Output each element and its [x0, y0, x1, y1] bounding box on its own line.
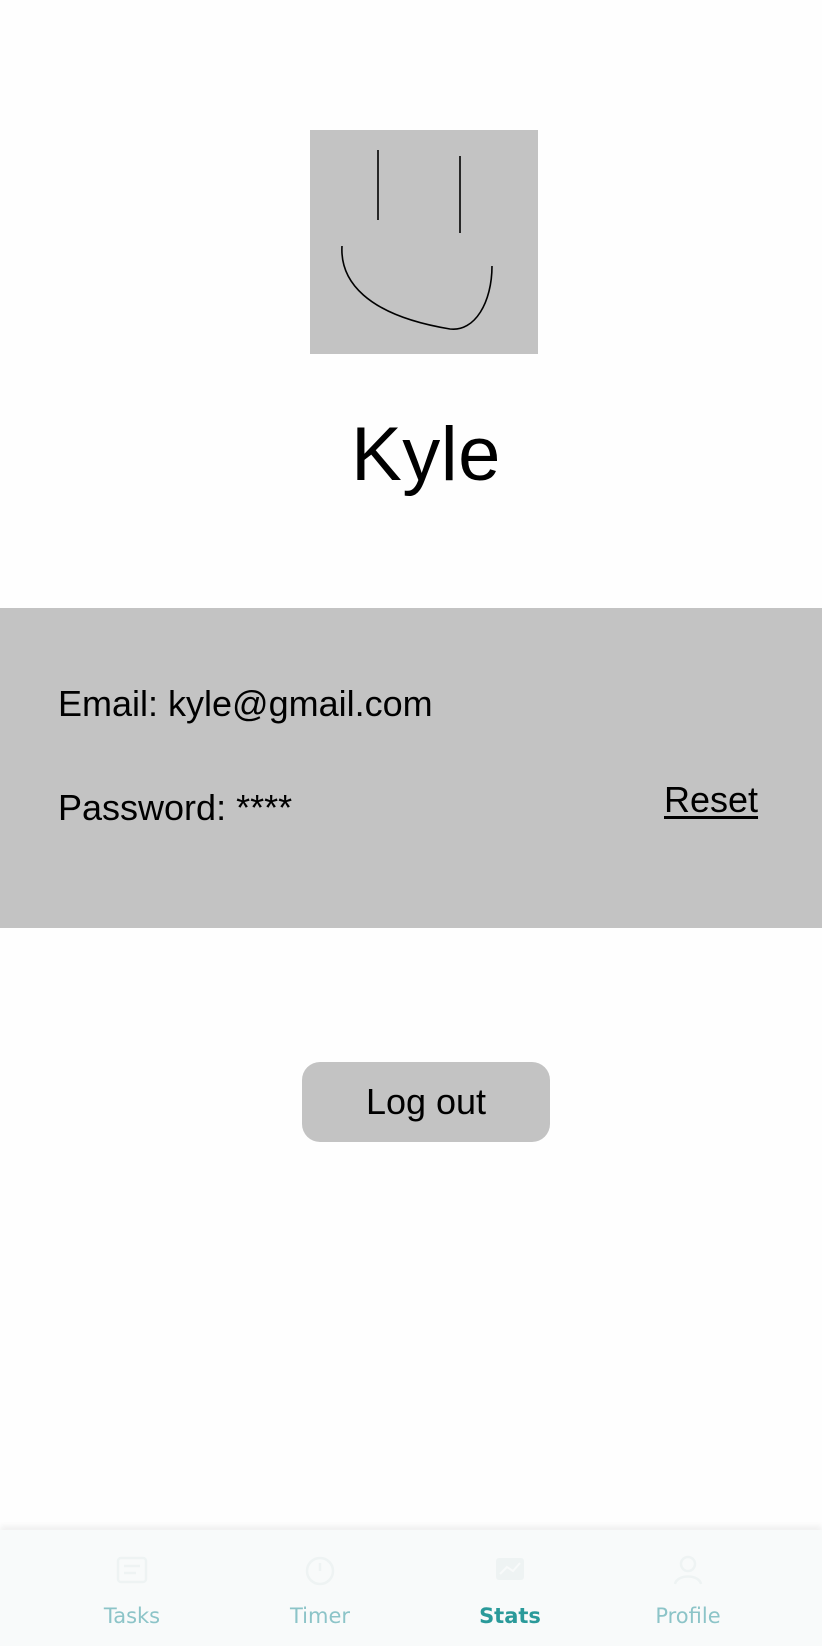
timer-icon	[305, 1556, 335, 1586]
avatar	[310, 130, 538, 354]
tasks-icon	[116, 1556, 148, 1584]
email-text: Email: kyle@gmail.com	[58, 683, 433, 724]
nav-label-profile: Profile	[655, 1604, 721, 1628]
bottom-navigation: Tasks Timer Stats Profile	[0, 1530, 822, 1646]
nav-tab-tasks[interactable]: Tasks	[52, 1530, 212, 1646]
nav-tab-stats[interactable]: Stats	[430, 1530, 590, 1646]
reset-password-link[interactable]: Reset	[664, 778, 758, 822]
password-text: Password: ****	[58, 787, 293, 828]
nav-label-tasks: Tasks	[103, 1604, 161, 1628]
stats-icon	[496, 1558, 524, 1580]
logout-button[interactable]: Log out	[302, 1062, 550, 1142]
nav-tab-timer[interactable]: Timer	[240, 1530, 400, 1646]
profile-icon	[673, 1555, 703, 1585]
nav-label-timer: Timer	[289, 1604, 351, 1628]
account-info-panel	[0, 608, 822, 928]
nav-tab-profile[interactable]: Profile	[608, 1530, 768, 1646]
smiley-drawing-icon	[341, 150, 493, 330]
user-name: Kyle	[351, 412, 501, 497]
nav-label-stats: Stats	[479, 1604, 541, 1628]
